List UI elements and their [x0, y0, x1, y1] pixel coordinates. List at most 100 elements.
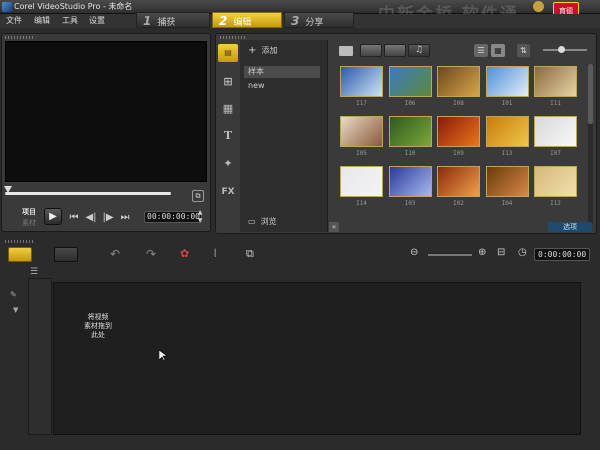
library-thumbnail[interactable]: [388, 66, 432, 97]
thumbnail-label: I14: [356, 200, 367, 207]
graphic-icon[interactable]: ✦: [218, 155, 238, 173]
storyboard-area[interactable]: [53, 282, 581, 435]
plus-icon: +: [248, 45, 257, 56]
thumbnail-label: I02: [453, 200, 464, 207]
next-frame-icon[interactable]: |▶: [102, 212, 114, 224]
redo-icon[interactable]: ↷: [146, 247, 156, 263]
fit-project-icon[interactable]: ⊟: [497, 247, 505, 263]
library-thumbnail[interactable]: [437, 66, 480, 97]
app-icon: [2, 2, 12, 12]
tab-edit[interactable]: 2 编辑: [212, 12, 282, 28]
library-thumbnail[interactable]: [485, 166, 529, 197]
mouse-cursor-icon: [159, 350, 167, 362]
previous-frame-icon[interactable]: ◀|: [85, 212, 97, 224]
library-scrollbar[interactable]: [588, 64, 593, 224]
show-audio-toggle[interactable]: ♫: [408, 44, 430, 57]
thumbnail-size-knob[interactable]: [558, 46, 565, 53]
home-icon[interactable]: ⏮: [68, 212, 80, 224]
library-thumbnail[interactable]: [534, 116, 577, 147]
library-thumbnail[interactable]: [485, 116, 529, 147]
scrubber-handle[interactable]: [4, 186, 12, 193]
thumbnail-label: I12: [550, 200, 561, 207]
dropdown-arrow-icon[interactable]: ▼: [13, 306, 18, 322]
library-thumbnail[interactable]: [340, 166, 383, 197]
title-icon[interactable]: T: [218, 127, 238, 145]
play-button[interactable]: ▶: [44, 208, 62, 225]
menu-settings[interactable]: 设置: [89, 15, 105, 26]
panel-grip[interactable]: [5, 36, 33, 39]
workflow-steps: 1 捕获 2 编辑 3 分享: [136, 12, 354, 28]
timeline-grip[interactable]: [5, 240, 35, 243]
browse-icon: ▭: [248, 217, 256, 226]
zoom-out-icon[interactable]: ⊖: [410, 247, 418, 263]
browse-button[interactable]: ▭ 浏览: [248, 216, 277, 227]
thumbnail-label: I11: [550, 100, 561, 107]
thumbnail-label: I08: [453, 100, 464, 107]
browse-label: 浏览: [260, 217, 277, 226]
tab-capture-label: 捕获: [157, 18, 176, 28]
library-thumbnail[interactable]: [388, 116, 432, 147]
timeline-view-button[interactable]: [54, 247, 78, 262]
add-category-button[interactable]: + 添加: [248, 45, 277, 56]
menu-file[interactable]: 文件: [6, 15, 22, 26]
thumbnail-size-slider[interactable]: [543, 49, 587, 51]
library-thumbnail[interactable]: [340, 116, 383, 147]
clock-icon: ◷: [518, 247, 527, 258]
thumbnail-label: I17: [356, 100, 367, 107]
library-thumbnail[interactable]: [388, 166, 432, 197]
title-overlay-icon[interactable]: ▦: [218, 100, 238, 118]
folder-icon[interactable]: [339, 46, 353, 56]
library-thumbnail[interactable]: [534, 66, 577, 97]
library-thumbnail[interactable]: [534, 166, 577, 197]
menu-tools[interactable]: 工具: [62, 15, 78, 26]
library-thumbnail[interactable]: [340, 66, 383, 97]
mode-label-clip[interactable]: 素材: [22, 218, 36, 228]
thumbnail-label: I07: [550, 150, 561, 157]
library-scroll-thumb[interactable]: [588, 64, 593, 124]
library-thumbnail[interactable]: [437, 166, 480, 197]
chapter-point-icon[interactable]: ✎: [10, 290, 17, 306]
preview-timecode[interactable]: 00:00:00:00: [144, 211, 202, 223]
tab-capture[interactable]: 1 捕获: [136, 12, 210, 28]
collapse-library-button[interactable]: «: [329, 222, 339, 232]
zoom-in-icon[interactable]: ⊕: [478, 247, 486, 263]
timecode-stepper-icon[interactable]: ▲ ▼: [196, 209, 204, 225]
zoom-slider[interactable]: [428, 254, 472, 256]
media-icon[interactable]: ▤: [218, 44, 238, 62]
audio-mixer-icon[interactable]: ⦚: [214, 247, 216, 263]
show-photo-toggle[interactable]: [384, 44, 406, 57]
library-thumbnail[interactable]: [485, 66, 529, 97]
batch-convert-icon[interactable]: ⧉: [246, 247, 254, 263]
minimize-button[interactable]: [533, 1, 544, 12]
menu-edit[interactable]: 编辑: [34, 15, 50, 26]
thumbnail-view-icon[interactable]: ▦: [491, 44, 505, 57]
preview-window: [5, 41, 207, 182]
mode-label-project[interactable]: 项目: [22, 207, 36, 217]
thumbnail-label: I13: [501, 150, 513, 157]
library-grip[interactable]: [220, 36, 246, 39]
filter-icon[interactable]: FX: [218, 183, 238, 201]
tab-share[interactable]: 3 分享: [284, 12, 354, 28]
thumbnail-label: I10: [404, 150, 416, 157]
thumbnail-label: I06: [404, 100, 416, 107]
enlarge-preview-icon[interactable]: ⧉: [192, 190, 204, 202]
preview-scrubber[interactable]: [5, 192, 171, 195]
show-video-toggle[interactable]: [360, 44, 382, 57]
list-view-icon[interactable]: ☰: [474, 44, 488, 57]
category-item-new[interactable]: new: [244, 80, 320, 92]
transition-icon[interactable]: ⊞: [218, 73, 238, 91]
tab-edit-number: 2: [219, 14, 228, 28]
undo-icon[interactable]: ↶: [110, 247, 120, 263]
window-title: Corel VideoStudio Pro - 未命名: [14, 2, 133, 11]
color-correction-icon[interactable]: ✿: [180, 247, 189, 263]
thumbnail-label: I03: [404, 200, 416, 207]
sort-icon[interactable]: ⇅: [517, 44, 530, 57]
timeline-timecode[interactable]: 0:00:00:00: [534, 248, 590, 261]
options-button[interactable]: 选项: [548, 222, 592, 232]
library-thumbnail[interactable]: [437, 116, 480, 147]
thumbnail-label: I09: [453, 150, 464, 157]
add-label: 添加: [261, 46, 278, 55]
end-icon[interactable]: ⏭: [119, 212, 131, 224]
category-item-sample[interactable]: 样本: [244, 66, 320, 78]
storyboard-view-button[interactable]: [8, 247, 32, 262]
